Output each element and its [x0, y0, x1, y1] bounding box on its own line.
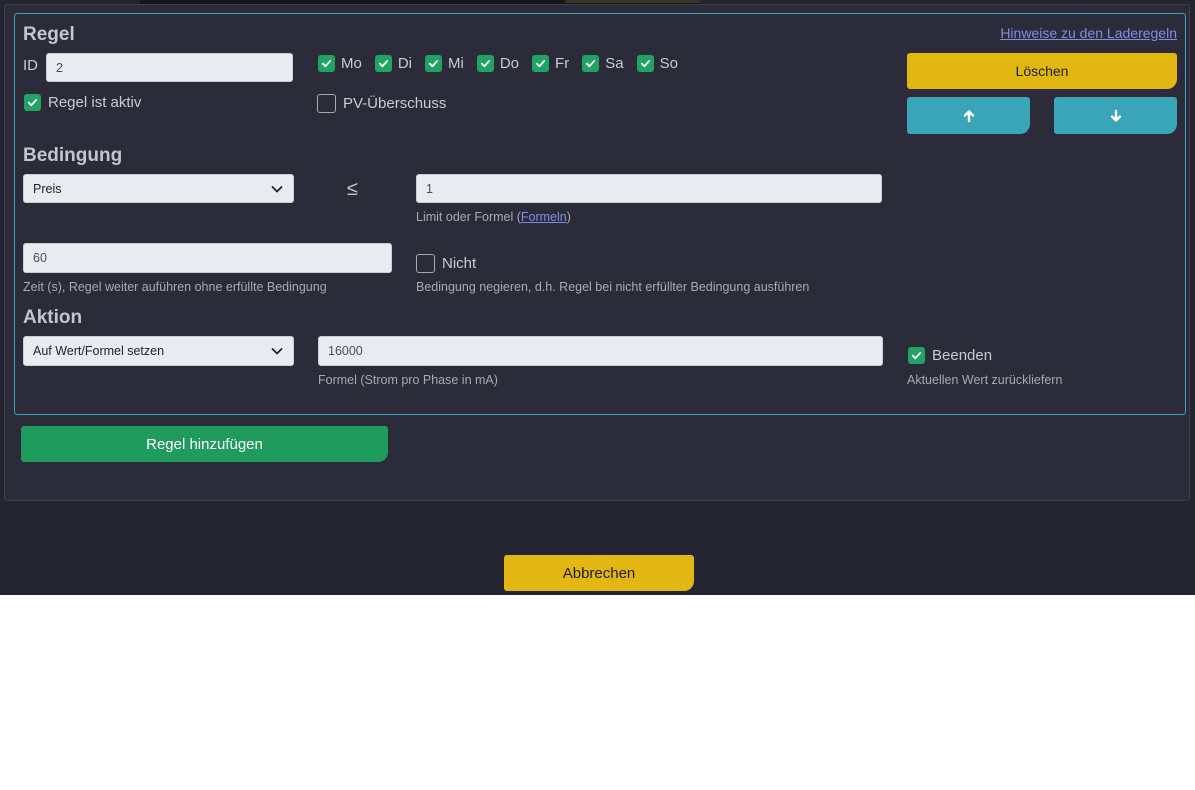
id-label: ID — [23, 57, 38, 74]
stop-hint: Aktuellen Wert zurückliefern — [907, 373, 1063, 387]
formula-input[interactable]: 16000 — [318, 336, 883, 366]
arrow-up-icon — [963, 109, 974, 122]
delay-seconds-input[interactable]: 60 — [23, 243, 392, 273]
top-strip-accent — [565, 0, 700, 3]
weekday-mo-checkbox[interactable] — [318, 55, 335, 72]
weekday-di[interactable]: Di — [374, 55, 413, 72]
weekday-so-checkbox[interactable] — [636, 55, 654, 72]
weekday-do-label: Do — [499, 55, 520, 72]
limit-hint: Limit oder Formel (Formeln) — [416, 210, 571, 224]
stop-toggle[interactable]: Beenden — [908, 347, 992, 364]
weekday-fr[interactable]: Fr — [532, 55, 569, 72]
chevron-down-icon — [271, 185, 283, 192]
weekday-sa[interactable]: Sa — [582, 55, 624, 72]
delay-seconds-hint: Zeit (s), Regel weiter auführen ohne erf… — [23, 280, 327, 294]
weekday-mi[interactable]: Mi — [425, 55, 464, 72]
weekday-di-label: Di — [397, 55, 413, 72]
negate-checkbox[interactable] — [416, 254, 435, 273]
charging-rules-hint-link[interactable]: Hinweise zu den Laderegeln — [1000, 25, 1177, 41]
pv-surplus-label: PV-Überschuss — [343, 95, 447, 112]
limit-input[interactable]: 1 — [416, 174, 882, 203]
condition-title: Bedingung — [23, 145, 123, 166]
action-type-value: Auf Wert/Formel setzen — [33, 344, 165, 358]
weekday-mo[interactable]: Mo — [318, 55, 362, 72]
formula-hint: Formel (Strom pro Phase in mA) — [318, 373, 498, 387]
id-input[interactable]: 2 — [46, 53, 293, 82]
negate-toggle[interactable]: Nicht — [416, 254, 476, 273]
delay-seconds-value: 60 — [33, 251, 47, 265]
pv-surplus-toggle[interactable]: PV-Überschuss — [317, 94, 446, 113]
action-title: Aktion — [23, 307, 83, 328]
formulas-link[interactable]: Formeln — [521, 210, 567, 224]
weekday-so[interactable]: So — [636, 55, 678, 72]
pv-surplus-checkbox[interactable] — [317, 94, 336, 113]
weekday-fr-checkbox[interactable] — [532, 55, 550, 72]
action-type-select[interactable]: Auf Wert/Formel setzen — [23, 336, 294, 366]
rule-card: Regel Hinweise zu den Laderegeln ID 2 Mo… — [14, 13, 1186, 415]
arrow-down-icon — [1110, 109, 1121, 122]
weekday-mi-checkbox[interactable] — [425, 55, 443, 72]
chevron-down-icon — [271, 348, 283, 355]
stop-checkbox[interactable] — [908, 347, 925, 364]
weekday-checkboxes: Mo Di Mi Do Fr Sa So — [318, 55, 678, 72]
rules-panel: Regel Hinweise zu den Laderegeln ID 2 Mo… — [4, 4, 1190, 501]
weekday-di-checkbox[interactable] — [374, 55, 392, 72]
rule-title: Regel — [23, 24, 75, 45]
move-down-button[interactable] — [1054, 97, 1177, 134]
condition-type-select[interactable]: Preis — [23, 174, 294, 203]
weekday-mi-label: Mi — [448, 55, 464, 72]
limit-hint-prefix: Limit oder Formel ( — [416, 210, 521, 224]
formula-input-value: 16000 — [328, 344, 363, 358]
rule-active-checkbox[interactable] — [24, 94, 41, 111]
rule-active-toggle[interactable]: Regel ist aktiv — [24, 94, 141, 111]
stop-label: Beenden — [932, 347, 993, 364]
weekday-do-checkbox[interactable] — [476, 55, 494, 72]
add-rule-button[interactable]: Regel hinzufügen — [21, 426, 388, 462]
weekday-sa-checkbox[interactable] — [582, 55, 600, 72]
negate-hint: Bedingung negieren, d.h. Regel bei nicht… — [416, 280, 810, 294]
condition-type-value: Preis — [33, 181, 62, 196]
id-input-value: 2 — [56, 60, 63, 75]
operator-symbol: ≤ — [347, 178, 358, 200]
weekday-so-label: So — [659, 55, 678, 72]
negate-label: Nicht — [442, 255, 477, 272]
limit-input-value: 1 — [426, 181, 433, 196]
limit-hint-suffix: ) — [566, 210, 571, 224]
weekday-mo-label: Mo — [341, 55, 362, 72]
delete-button[interactable]: Löschen — [907, 53, 1177, 89]
weekday-do[interactable]: Do — [476, 55, 520, 72]
rule-active-label: Regel ist aktiv — [48, 94, 142, 111]
weekday-sa-label: Sa — [605, 55, 624, 72]
move-up-button[interactable] — [907, 97, 1030, 134]
cancel-button[interactable]: Abbrechen — [504, 555, 694, 591]
weekday-fr-label: Fr — [555, 55, 570, 72]
